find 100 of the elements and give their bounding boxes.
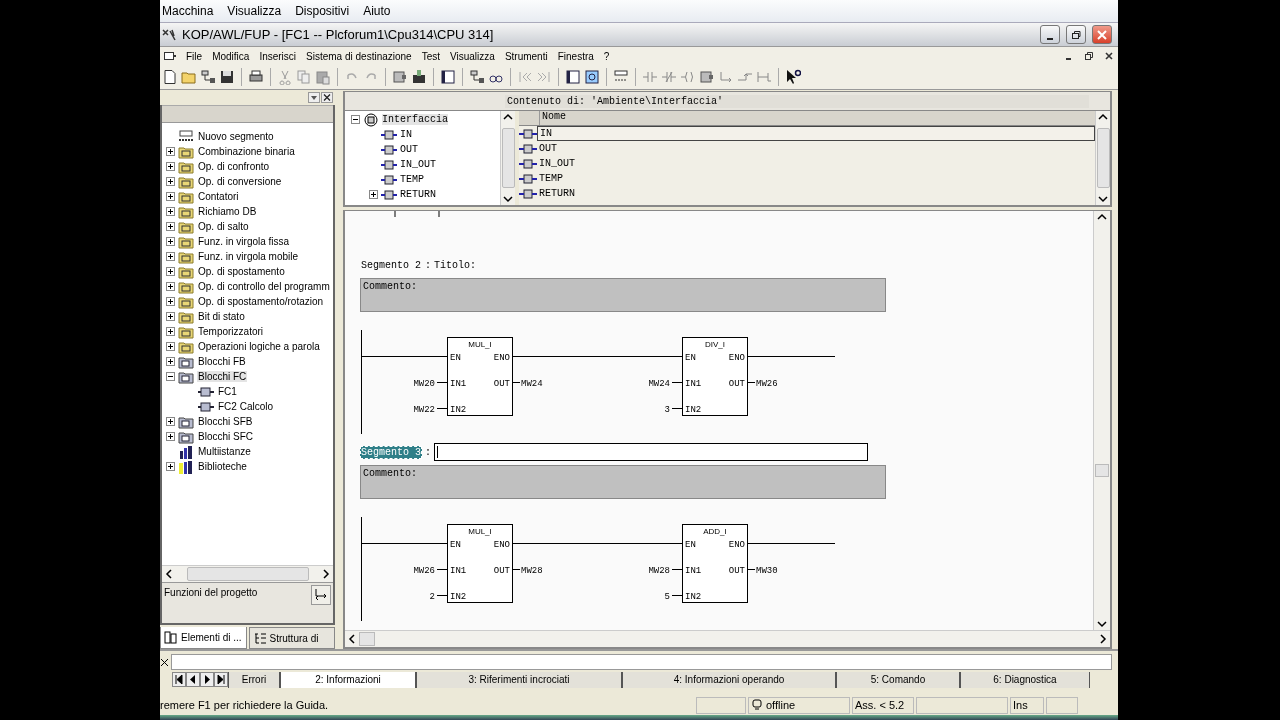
comment-field[interactable]: Commento:	[360, 278, 886, 312]
tree-item[interactable]: RETURN	[400, 189, 436, 200]
horizontal-scrollbar[interactable]	[345, 630, 1110, 647]
list-row[interactable]: TEMP	[537, 172, 1095, 185]
tree-item[interactable]: Blocchi FB	[197, 356, 247, 367]
tree-item[interactable]: Op. di salto	[197, 221, 250, 232]
tree-item[interactable]: Bit di stato	[197, 311, 246, 322]
scroll-down-icon[interactable]	[1097, 193, 1109, 205]
tree-item[interactable]: Nuovo segmento	[197, 131, 275, 142]
expand-icon[interactable]	[166, 252, 175, 261]
tree-item[interactable]: TEMP	[400, 174, 424, 185]
tree-item[interactable]: Richiamo DB	[197, 206, 258, 217]
coil-icon[interactable]	[680, 69, 696, 85]
list-row[interactable]: IN_OUT	[537, 157, 1095, 170]
expand-icon[interactable]	[166, 432, 175, 441]
tree-item[interactable]: OUT	[400, 144, 418, 155]
vertical-scrollbar[interactable]	[1093, 211, 1110, 630]
menu-item[interactable]: Inserisci	[259, 50, 297, 62]
tree-item[interactable]: Contatori	[197, 191, 240, 202]
tree-item[interactable]: Op. di confronto	[197, 161, 271, 172]
panel-tab[interactable]: Elementi di ...	[160, 627, 247, 649]
output-tab[interactable]: 3: Riferimenti incrociati	[416, 671, 622, 688]
scroll-thumb[interactable]	[186, 567, 309, 581]
expand-icon[interactable]	[166, 357, 175, 366]
close-icon[interactable]	[1104, 51, 1114, 61]
restore-icon[interactable]	[1084, 51, 1094, 61]
menu-item[interactable]: Visualizza	[450, 50, 495, 62]
list-row[interactable]: RETURN	[537, 187, 1095, 200]
compile-icon[interactable]	[392, 69, 408, 85]
block-icon[interactable]	[699, 69, 715, 85]
vertical-scrollbar[interactable]	[1095, 111, 1110, 205]
tree-item[interactable]: Blocchi SFB	[197, 416, 254, 427]
tree-item[interactable]: Interfaccia	[382, 114, 448, 125]
output-tab[interactable]: Errori	[228, 671, 280, 688]
expand-icon[interactable]	[166, 222, 175, 231]
expand-icon[interactable]	[166, 147, 175, 156]
menu-item[interactable]: Macchina	[162, 4, 214, 18]
expand-icon[interactable]	[166, 417, 175, 426]
output-tab[interactable]: 2: Informazioni	[280, 671, 416, 688]
close-button[interactable]	[1092, 25, 1112, 44]
scroll-down-icon[interactable]	[502, 193, 514, 205]
expand-icon[interactable]	[369, 190, 378, 199]
network-label[interactable]: Segmento 3	[360, 445, 422, 459]
tree-item[interactable]: Op. di conversione	[197, 176, 283, 187]
last-icon[interactable]	[214, 672, 228, 687]
expand-icon[interactable]	[166, 192, 175, 201]
vertical-scrollbar[interactable]	[500, 111, 515, 205]
list-row[interactable]: IN	[537, 126, 1095, 141]
menu-item[interactable]: Finestra	[557, 50, 594, 62]
expand-icon[interactable]	[166, 162, 175, 171]
horizontal-scrollbar[interactable]	[162, 565, 333, 582]
expand-icon[interactable]	[166, 327, 175, 336]
expand-icon[interactable]	[166, 462, 175, 471]
list-row[interactable]: OUT	[537, 142, 1095, 155]
function-block[interactable]	[447, 524, 513, 603]
help-icon[interactable]	[785, 69, 801, 85]
new-document-icon[interactable]	[162, 69, 178, 85]
tree-item[interactable]: IN_OUT	[400, 159, 436, 170]
first-icon[interactable]	[172, 672, 186, 687]
restore-button[interactable]	[1066, 25, 1086, 44]
comment-field[interactable]: Commento:	[360, 465, 886, 499]
collapse-icon[interactable]	[351, 115, 360, 124]
minimize-button[interactable]	[1040, 25, 1060, 44]
expand-icon[interactable]	[166, 282, 175, 291]
expand-icon[interactable]	[166, 312, 175, 321]
jump-icon[interactable]	[311, 585, 331, 605]
dropdown-icon[interactable]	[308, 92, 320, 103]
tree-item[interactable]: Op. di spostamento	[197, 266, 286, 277]
expand-icon[interactable]	[166, 177, 175, 186]
tree-item[interactable]: Blocchi SFC	[197, 431, 254, 442]
menu-item[interactable]: File	[186, 50, 203, 62]
expand-icon[interactable]	[166, 297, 175, 306]
scroll-thumb[interactable]	[359, 632, 375, 646]
tree-item[interactable]: Combinazione binaria	[197, 146, 296, 157]
next-icon[interactable]	[200, 672, 214, 687]
network-icon[interactable]	[200, 69, 216, 85]
tree-item[interactable]: Operazioni logiche a parola	[197, 341, 321, 352]
title-field[interactable]	[434, 443, 869, 461]
expand-icon[interactable]	[166, 267, 175, 276]
menu-item[interactable]: Visualizza	[227, 4, 282, 18]
expand-icon[interactable]	[166, 207, 175, 216]
tree-item[interactable]: Op. di controllo del programm	[197, 281, 331, 292]
window-icon[interactable]	[584, 69, 600, 85]
tree-item[interactable]: Biblioteche	[197, 461, 248, 472]
menu-item[interactable]: Sistema di destinazione	[306, 50, 412, 62]
output-tab[interactable]: 4: Informazioni operando	[622, 671, 836, 688]
expand-icon[interactable]	[166, 342, 175, 351]
collapse-icon[interactable]	[166, 372, 175, 381]
tree-item[interactable]: Funz. in virgola fissa	[197, 236, 291, 247]
menu-item[interactable]: Dispositivi	[295, 4, 350, 18]
function-block[interactable]	[682, 524, 748, 603]
function-block[interactable]	[682, 337, 748, 416]
function-block[interactable]	[447, 337, 513, 416]
output-tab[interactable]: 6: Diagnostica	[960, 671, 1090, 688]
menu-item[interactable]: ?	[603, 50, 610, 62]
expand-icon[interactable]	[166, 237, 175, 246]
scroll-thumb[interactable]	[1095, 463, 1109, 477]
tree-item[interactable]: Temporizzatori	[197, 326, 265, 337]
save-icon[interactable]	[219, 69, 235, 85]
network-icon[interactable]	[469, 69, 485, 85]
